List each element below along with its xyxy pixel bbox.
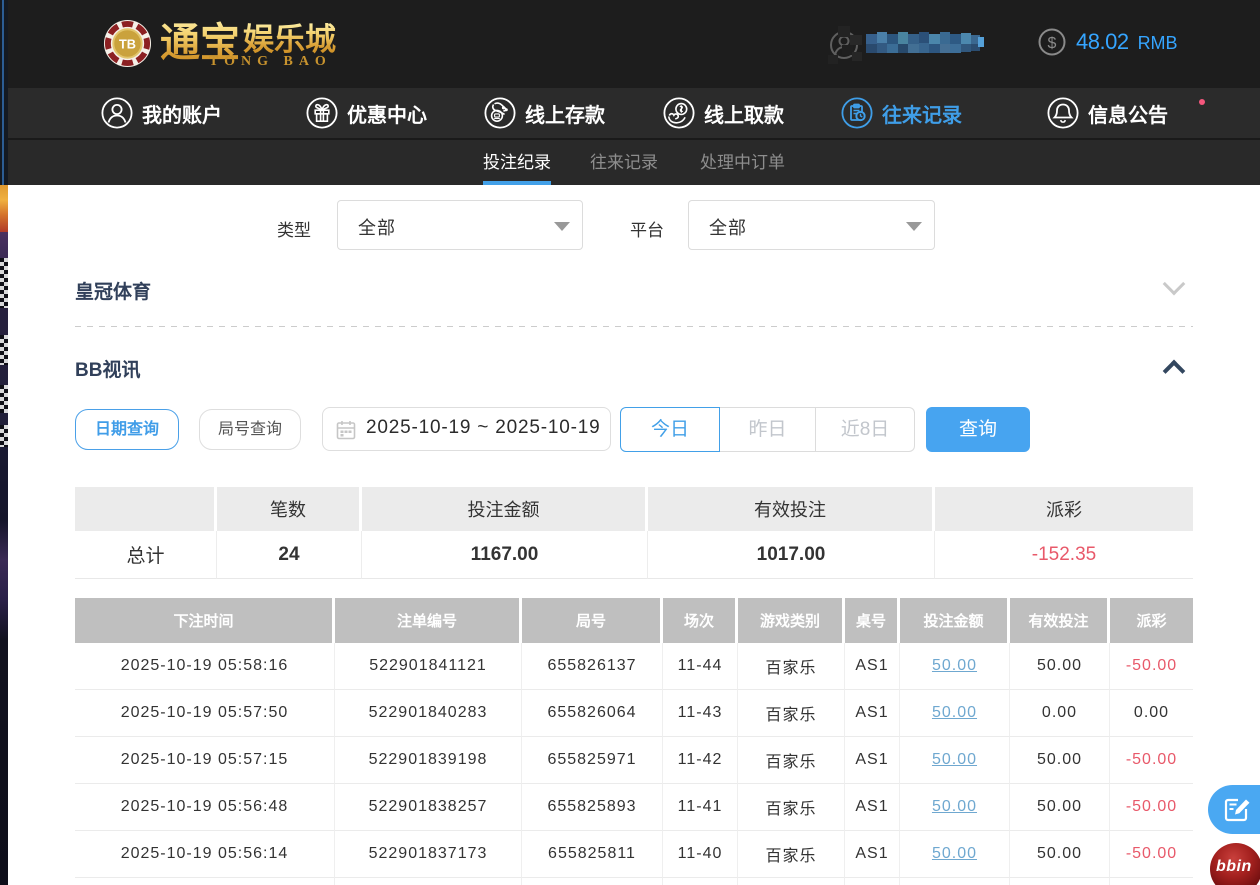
svg-text:$: $ (1048, 35, 1057, 52)
svg-text:TB: TB (119, 36, 136, 51)
